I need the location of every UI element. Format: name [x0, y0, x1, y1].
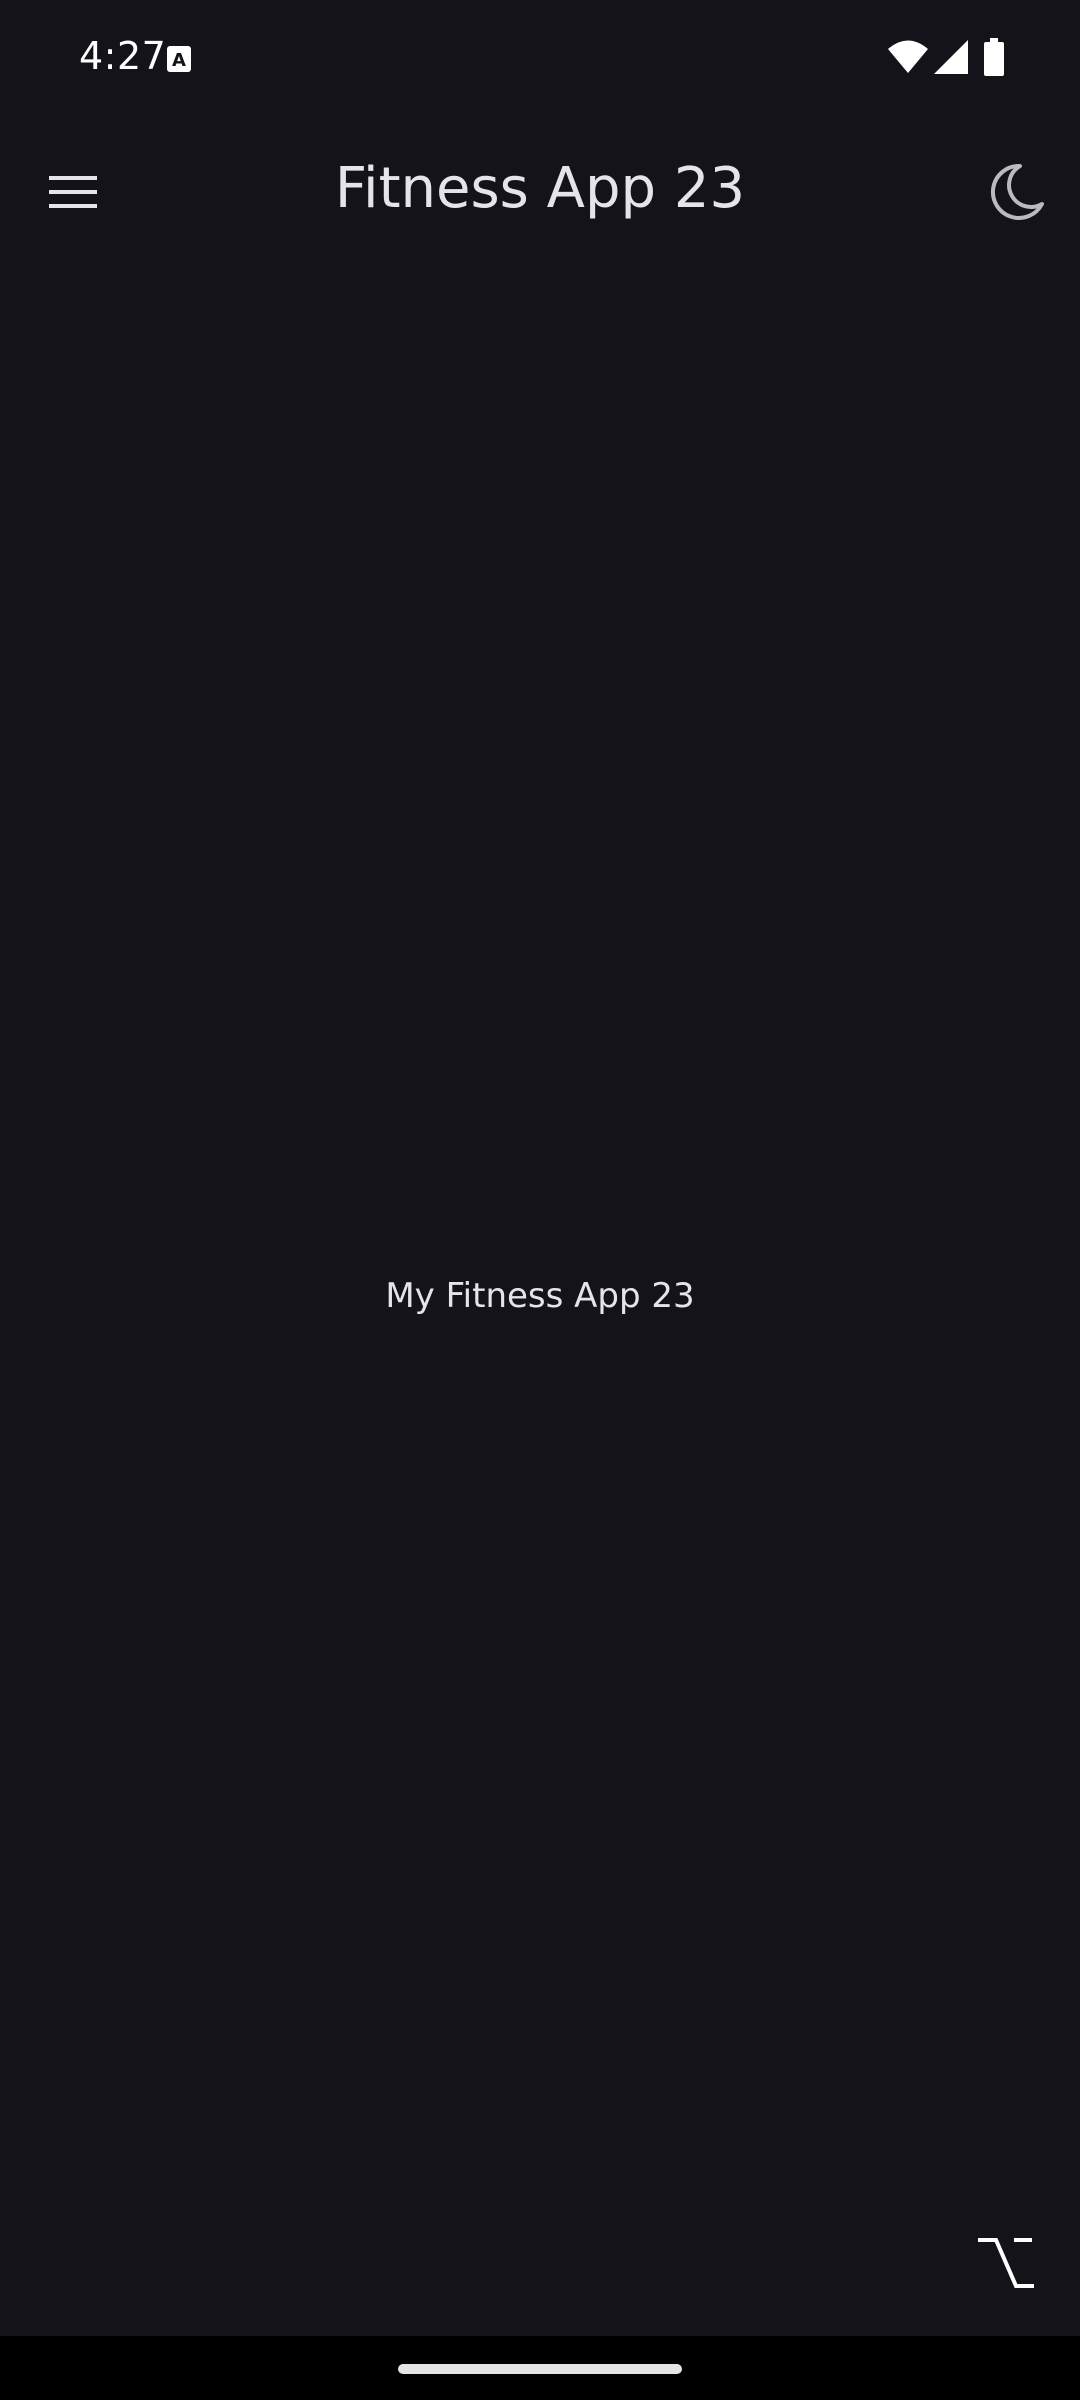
- top-app-bar: Fitness App 23: [0, 120, 1080, 262]
- keyboard-a-icon: A: [167, 46, 191, 72]
- moon-icon[interactable]: [980, 156, 1050, 226]
- main-text: My Fitness App 23: [385, 1276, 695, 1316]
- battery-icon: [984, 38, 1004, 76]
- status-time: 4:27: [79, 34, 167, 78]
- wifi-icon: [888, 40, 928, 73]
- svg-text:A: A: [172, 50, 186, 71]
- system-nav-bar: [0, 2336, 1080, 2400]
- option-key-icon[interactable]: [972, 2232, 1038, 2292]
- app-screen: 4:27 A Fitness App 23 My Fitness App 23: [0, 0, 1080, 2400]
- home-indicator[interactable]: [398, 2364, 682, 2374]
- status-bar: 4:27 A: [0, 0, 1080, 120]
- page-title: Fitness App 23: [334, 156, 746, 221]
- cell-signal-icon: [934, 40, 968, 74]
